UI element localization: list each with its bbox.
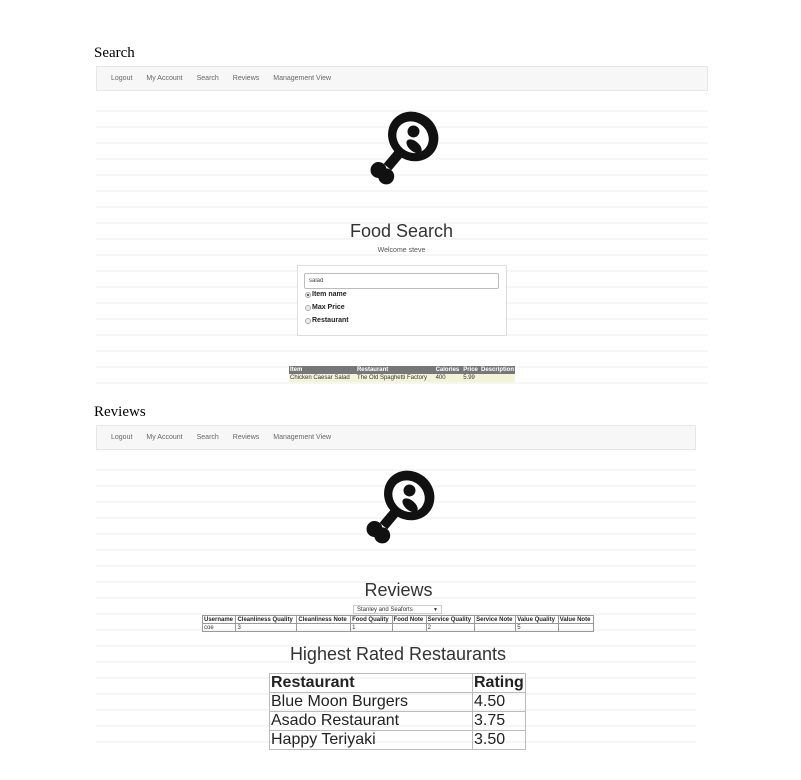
search-navbar: Logout My Account Search Reviews Managem… [96, 66, 708, 91]
welcome-text: Welcome steve [377, 247, 426, 254]
nav-logout[interactable]: Logout [111, 75, 132, 82]
cell-food-quality: 1 [350, 623, 393, 632]
nav-logout[interactable]: Logout [111, 434, 132, 441]
nav-management-view[interactable]: Management View [273, 75, 331, 82]
col-username: Username [201, 615, 237, 624]
cell-cleanliness-quality: 3 [235, 623, 298, 632]
col-restaurant: Restaurant [355, 366, 435, 374]
table-row: coe 3 1 2 5 [201, 623, 595, 632]
meat-drumstick-icon [356, 106, 446, 196]
col-service-quality: Service Quality [425, 615, 476, 624]
col-value-quality: Value Quality [515, 615, 559, 624]
max-price-radio[interactable] [305, 304, 311, 311]
cell-cleanliness-note [296, 623, 352, 632]
cell-restaurant: Asado Restaurant [269, 711, 473, 731]
col-restaurant: Restaurant [269, 673, 473, 693]
col-service-note: Service Note [474, 615, 517, 624]
col-rating: Rating [472, 673, 526, 693]
reviews-section-heading: Reviews [94, 404, 146, 420]
caret-down-icon: ▼ [433, 606, 438, 613]
table-row: Blue Moon Burgers 4.50 [269, 692, 526, 712]
item-name-radio[interactable] [305, 291, 311, 298]
nav-my-account[interactable]: My Account [146, 434, 182, 441]
nav-search[interactable]: Search [197, 75, 219, 82]
restaurant-select-value: Stanley and Seaforts [357, 606, 413, 613]
cell-restaurant: Blue Moon Burgers [269, 692, 473, 712]
cell-rating: 3.75 [472, 711, 526, 731]
cell-value-quality: 5 [515, 623, 559, 632]
restaurant-radio[interactable] [305, 317, 311, 324]
restaurant-select[interactable]: Stanley and Seaforts ▼ [353, 605, 442, 614]
reviews-table: Username Cleanliness Quality Cleanliness… [201, 615, 595, 632]
nav-management-view[interactable]: Management View [273, 434, 331, 441]
search-section-heading: Search [94, 45, 135, 61]
col-value-note: Value Note [557, 615, 595, 624]
cell-username: coe [201, 623, 237, 632]
cell-service-quality: 2 [425, 623, 476, 632]
col-description: Description [479, 366, 515, 374]
option-restaurant[interactable]: Restaurant [305, 317, 349, 324]
reviews-title: Reviews [364, 580, 433, 600]
nav-my-account[interactable]: My Account [146, 75, 182, 82]
option-max-price[interactable]: Max Price [305, 304, 345, 311]
cell-rating: 3.50 [472, 730, 526, 750]
nav-search[interactable]: Search [197, 434, 219, 441]
highest-rated-table: Restaurant Rating Blue Moon Burgers 4.50… [269, 673, 526, 750]
nav-reviews[interactable]: Reviews [233, 434, 259, 441]
col-calories: Calories [434, 366, 463, 374]
cell-calories: 400 [434, 374, 463, 382]
cell-item: Chicken Caesar Salad [289, 374, 356, 382]
restaurant-label: Restaurant [312, 317, 349, 324]
table-row: Asado Restaurant 3.75 [269, 711, 526, 731]
cell-service-note [474, 623, 517, 632]
meat-drumstick-icon [352, 465, 442, 555]
cell-value-note [557, 623, 595, 632]
table-row: Chicken Caesar Salad The Old Spaghetti F… [289, 374, 515, 382]
col-item: Item [289, 366, 356, 374]
cell-rating: 4.50 [472, 692, 526, 712]
cell-price: 5.99 [462, 374, 480, 382]
col-cleanliness-note: Cleanliness Note [296, 615, 352, 624]
highest-rated-title: Highest Rated Restaurants [289, 644, 507, 664]
search-input[interactable] [304, 273, 499, 289]
col-cleanliness-quality: Cleanliness Quality [235, 615, 298, 624]
food-search-title: Food Search [349, 221, 454, 241]
table-row: Happy Teriyaki 3.50 [269, 730, 526, 750]
col-food-note: Food Note [391, 615, 427, 624]
cell-restaurant: The Old Spaghetti Factory [355, 374, 435, 382]
option-item-name[interactable]: Item name [305, 291, 347, 298]
cell-description [479, 374, 515, 382]
reviews-navbar: Logout My Account Search Reviews Managem… [96, 425, 696, 450]
item-name-label: Item name [312, 291, 347, 298]
col-food-quality: Food Quality [350, 615, 393, 624]
cell-restaurant: Happy Teriyaki [269, 730, 473, 750]
cell-food-note [391, 623, 427, 632]
nav-reviews[interactable]: Reviews [233, 75, 259, 82]
search-results-table: Item Restaurant Calories Price Descripti… [289, 366, 515, 382]
max-price-label: Max Price [312, 304, 345, 311]
col-price: Price [462, 366, 480, 374]
